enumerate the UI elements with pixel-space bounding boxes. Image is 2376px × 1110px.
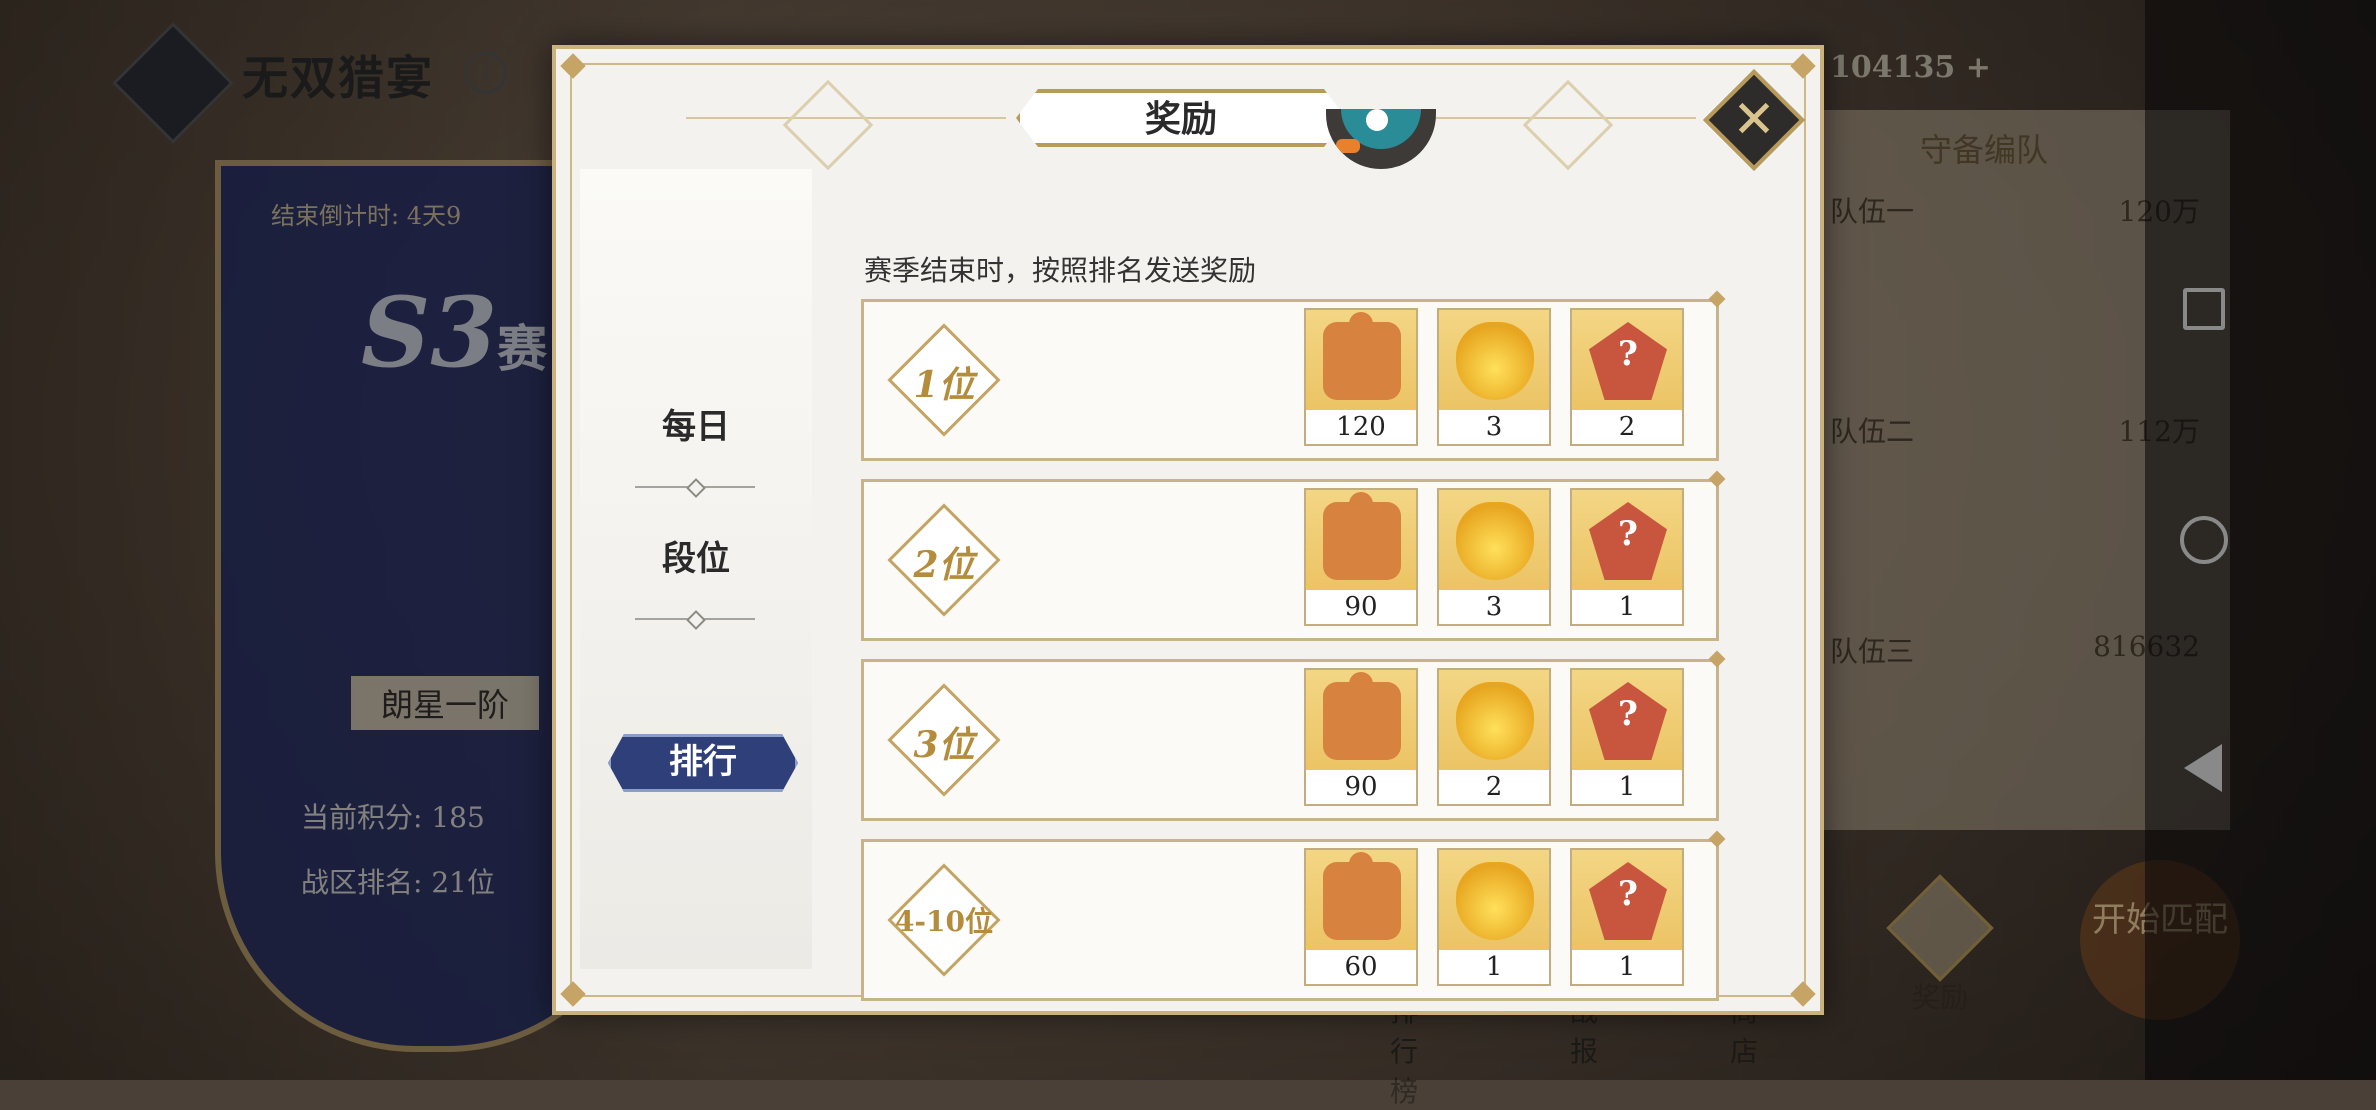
reward-count: 120 xyxy=(1306,410,1416,444)
reward-count: 3 xyxy=(1439,410,1549,444)
reward-tab-sidebar: 每日 段位 排行 xyxy=(580,169,812,969)
reward-count: 1 xyxy=(1572,770,1682,804)
rank-label: 2位 xyxy=(913,544,975,586)
reward-item[interactable]: 90 xyxy=(1304,668,1418,806)
mystery-medal-icon: ? xyxy=(1589,862,1667,940)
reward-item[interactable]: ? 1 xyxy=(1570,848,1684,986)
reward-item[interactable]: 90 xyxy=(1304,488,1418,626)
reward-item[interactable]: ? 1 xyxy=(1570,488,1684,626)
reward-count: 1 xyxy=(1572,590,1682,624)
reward-item[interactable]: 60 xyxy=(1304,848,1418,986)
rank-label: 4-10位 xyxy=(894,905,994,938)
reward-count: 60 xyxy=(1306,950,1416,984)
modal-title: 奖励 xyxy=(1144,98,1217,140)
reward-item[interactable]: ? 1 xyxy=(1570,668,1684,806)
golden-potion-icon xyxy=(1456,682,1534,760)
rank-badge: 3位 xyxy=(886,682,1002,798)
reward-count: 2 xyxy=(1572,410,1682,444)
reward-item[interactable]: ? 2 xyxy=(1570,308,1684,446)
mystery-medal-icon: ? xyxy=(1589,502,1667,580)
reward-row-rank-1: 1位 120 3 ? 2 xyxy=(861,290,1726,461)
reward-count: 2 xyxy=(1439,770,1549,804)
puzzle-piece-icon xyxy=(1323,672,1401,760)
mystery-medal-icon: ? xyxy=(1589,682,1667,760)
tab-daily[interactable]: 每日 xyxy=(580,399,812,448)
rank-label: 1位 xyxy=(913,364,975,406)
tab-divider xyxy=(635,486,755,488)
reward-modal: 奖励 ✕ 每日 段位 排行 赛季结束时，按照排名发送奖励 1位 120 3 ? … xyxy=(552,45,1824,1015)
modal-title-plate: 奖励 xyxy=(1016,89,1346,147)
close-icon: ✕ xyxy=(1732,90,1776,150)
golden-potion-icon xyxy=(1456,502,1534,580)
rank-badge: 4-10位 xyxy=(886,862,1002,978)
reward-count: 90 xyxy=(1306,770,1416,804)
golden-potion-icon xyxy=(1456,862,1534,940)
reward-row-rank-3: 3位 90 2 ? 1 xyxy=(861,650,1726,821)
puzzle-piece-icon xyxy=(1323,312,1401,400)
puzzle-piece-icon xyxy=(1323,852,1401,940)
tab-tier[interactable]: 段位 xyxy=(580,531,812,580)
mystery-medal-icon: ? xyxy=(1589,322,1667,400)
golden-potion-icon xyxy=(1456,322,1534,400)
reward-item[interactable]: 3 xyxy=(1437,488,1551,626)
reward-item[interactable]: 1 xyxy=(1437,848,1551,986)
rank-label: 3位 xyxy=(913,724,975,766)
reward-subtitle: 赛季结束时，按照排名发送奖励 xyxy=(864,254,1257,287)
reward-count: 90 xyxy=(1306,590,1416,624)
reward-item[interactable]: 3 xyxy=(1437,308,1551,446)
reward-count: 1 xyxy=(1439,950,1549,984)
reward-row-rank-4-10: 4-10位 60 1 ? 1 xyxy=(861,830,1726,1001)
reward-item[interactable]: 120 xyxy=(1304,308,1418,446)
puzzle-piece-icon xyxy=(1323,492,1401,580)
tab-divider xyxy=(635,618,755,620)
reward-item[interactable]: 2 xyxy=(1437,668,1551,806)
tab-ranking[interactable]: 排行 xyxy=(608,734,798,792)
rank-badge: 1位 xyxy=(886,322,1002,438)
reward-count: 1 xyxy=(1572,950,1682,984)
reward-count: 3 xyxy=(1439,590,1549,624)
rank-badge: 2位 xyxy=(886,502,1002,618)
reward-row-rank-2: 2位 90 3 ? 1 xyxy=(861,470,1726,641)
